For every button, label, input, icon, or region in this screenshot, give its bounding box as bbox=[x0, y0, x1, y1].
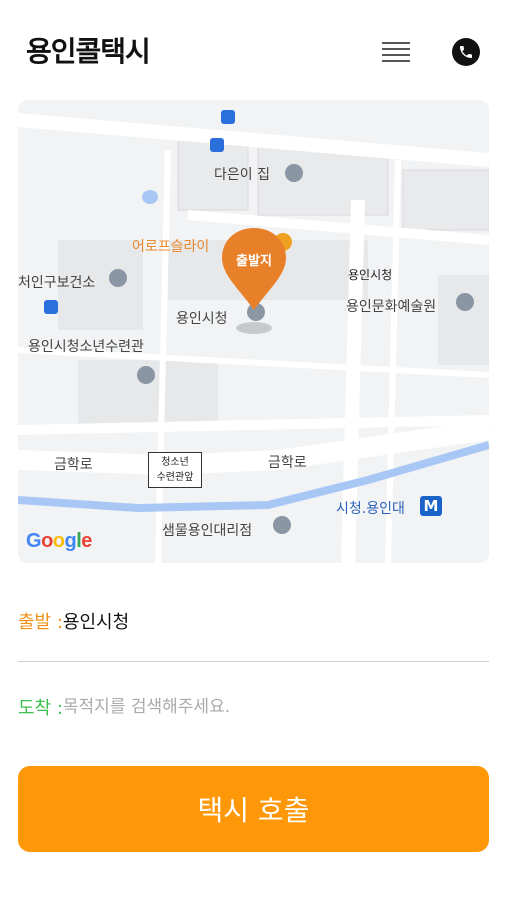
map-label-city-hall: 용인시청 bbox=[176, 311, 228, 327]
origin-label: 출발 : bbox=[18, 612, 63, 633]
app-header: 용인콜택시 bbox=[0, 0, 507, 100]
origin-row[interactable]: 출발 :용인시청 bbox=[18, 600, 489, 662]
map-label-house: 다은이 집 bbox=[214, 167, 270, 183]
map-label-cafe: 어로프슬라이 bbox=[132, 239, 210, 255]
google-logo-letter: e bbox=[81, 530, 92, 552]
hamburger-menu-icon[interactable] bbox=[380, 38, 412, 66]
app-title: 용인콜택시 bbox=[26, 35, 151, 68]
destination-input[interactable] bbox=[62, 697, 443, 717]
bus-stop-line2: 수련관앞 bbox=[156, 472, 194, 483]
map-label-youth-center: 용인시청소년수련관 bbox=[28, 339, 144, 355]
bus-stop-sign: 청소년 수련관앞 bbox=[148, 452, 202, 488]
map-view[interactable]: 다은이 집 어로프슬라이 처인구보건소 용인시청 용인문화예술원 용인시청 용인… bbox=[18, 100, 489, 563]
bus-stop-line1: 청소년 bbox=[161, 457, 189, 468]
map-label-store: 샘물용인대리점 bbox=[162, 523, 253, 539]
google-logo: Google bbox=[26, 530, 92, 553]
map-label-road-right: 금학로 bbox=[268, 455, 307, 471]
map-label-road-left: 금학로 bbox=[54, 457, 93, 473]
call-taxi-button[interactable]: 택시 호출 bbox=[18, 766, 489, 852]
origin-value: 용인시청 bbox=[62, 612, 130, 633]
destination-row[interactable]: 도착 : bbox=[18, 686, 489, 726]
phone-icon[interactable] bbox=[452, 38, 480, 66]
map-label-culture-center: 용인문화예술원 bbox=[346, 299, 437, 315]
google-logo-letter: g bbox=[64, 530, 77, 552]
google-logo-letter: G bbox=[26, 530, 42, 552]
map-label-city-hall-building: 용인시청 bbox=[348, 268, 393, 282]
map-label-station: 시청.용인대 bbox=[336, 501, 405, 517]
origin-marker-label: 출발지 bbox=[236, 254, 272, 269]
map-label-health-center: 처인구보건소 bbox=[18, 275, 96, 291]
google-logo-letter: o bbox=[41, 530, 53, 552]
destination-label: 도착 : bbox=[18, 698, 63, 719]
google-logo-letter: o bbox=[52, 530, 65, 552]
metro-icon: M bbox=[420, 496, 442, 516]
